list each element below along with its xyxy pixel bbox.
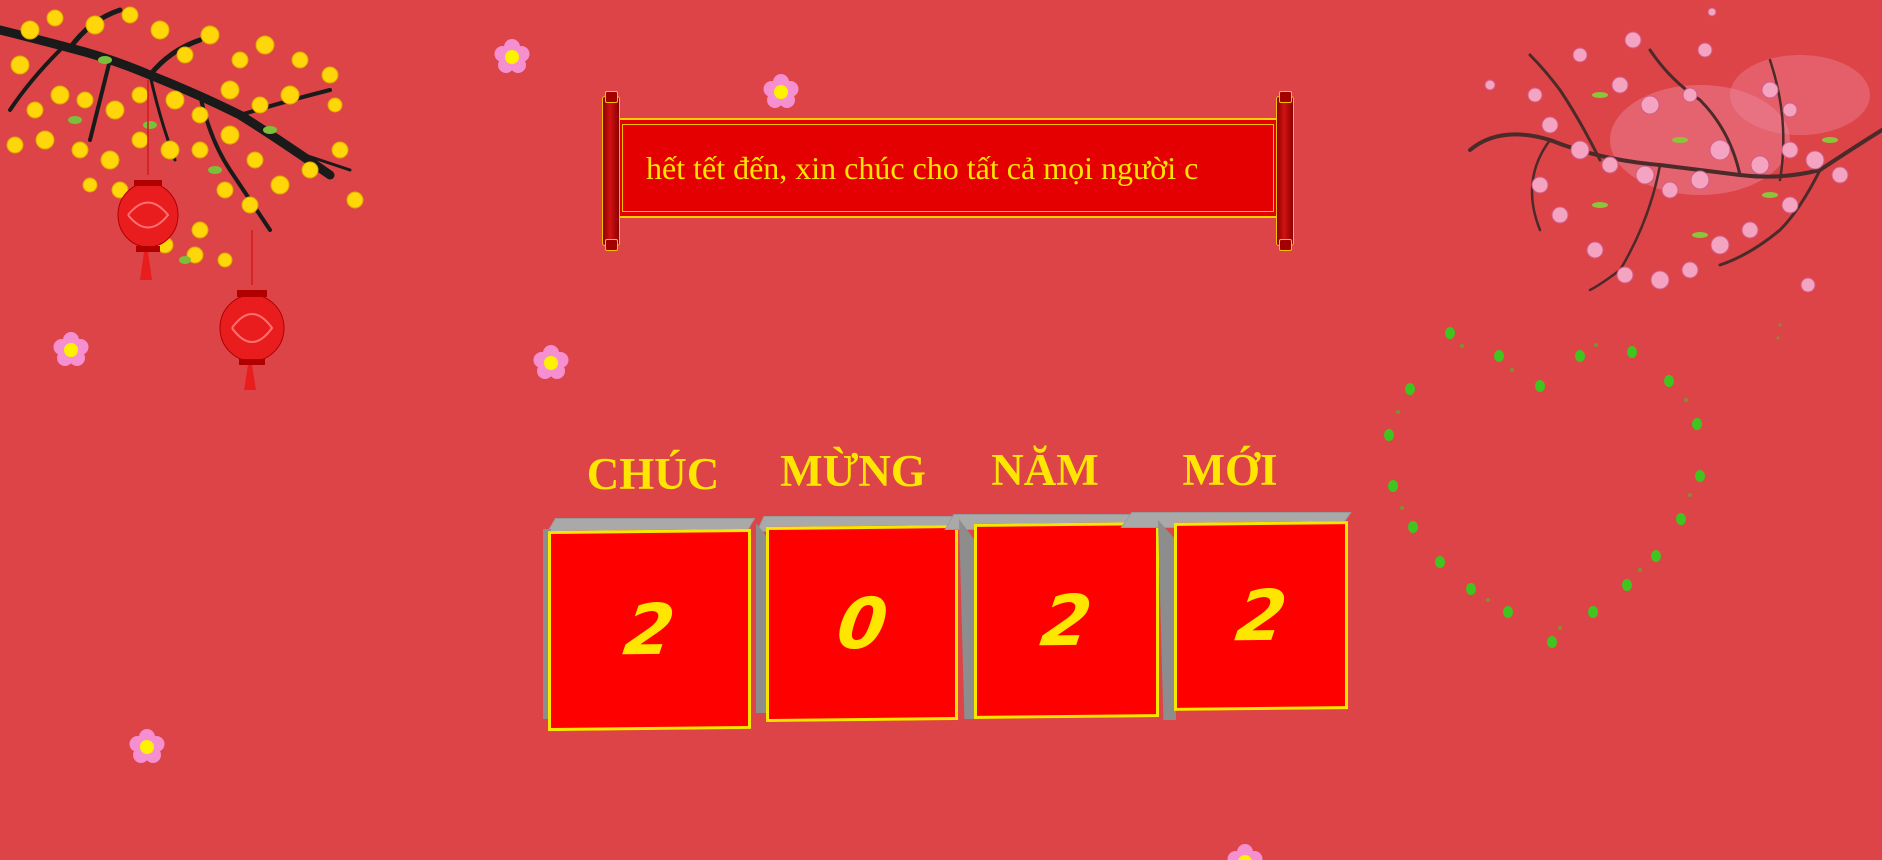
- scroll-banner: hết tết đến, xin chúc cho tất cả mọi ngư…: [600, 91, 1296, 251]
- scroll-rod-right: [1276, 91, 1294, 251]
- year-digit: 2: [1230, 574, 1292, 658]
- year-digit: 2: [619, 588, 680, 672]
- pink-flower-icon: [1227, 844, 1263, 860]
- year-digit: 0: [831, 582, 893, 665]
- scrolling-message: hết tết đến, xin chúc cho tất cả mọi ngư…: [646, 150, 1199, 186]
- pink-flower-icon: [129, 729, 165, 763]
- year-digit: 2: [1036, 579, 1097, 662]
- pink-flower-icon: [53, 332, 89, 366]
- scroll-paper: hết tết đến, xin chúc cho tất cả mọi ngư…: [616, 118, 1280, 218]
- greeting-word-nam: NĂM: [991, 445, 1099, 495]
- greeting-word-chuc: CHÚC: [586, 449, 720, 499]
- greeting-word-moi: MỚI: [1182, 445, 1278, 495]
- pink-flower-icon: [533, 345, 569, 379]
- greeting-word-mung: MỪNG: [780, 446, 926, 496]
- scroll-rod-left: [602, 91, 620, 251]
- pink-flower-icon: [494, 39, 530, 73]
